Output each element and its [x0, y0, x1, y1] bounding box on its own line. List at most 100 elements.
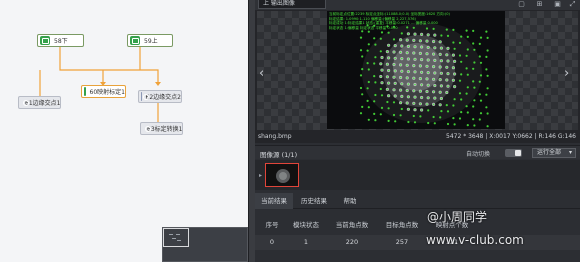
table-header: 序号 模块状态 当前角点数 目标角点数 映射点个数 [255, 218, 580, 233]
flow-node-61[interactable]: 61边缘交点1 [18, 96, 61, 109]
calibration-dot [473, 124, 476, 127]
calibration-dot [466, 48, 469, 51]
table-cell: 220 [345, 238, 359, 246]
calibration-dot [452, 104, 455, 107]
calibration-dot [366, 62, 369, 65]
calibration-dot [473, 48, 476, 51]
calibration-dot [392, 38, 396, 41]
calibration-dot [479, 36, 483, 39]
calibration-dot [394, 120, 397, 123]
calibration-dot [465, 67, 468, 70]
detected-point [407, 108, 410, 111]
fit-icon[interactable]: ▣ [553, 0, 562, 8]
calibration-dot [479, 74, 483, 77]
calibration-dot [387, 107, 390, 110]
frame-icon[interactable]: ▢ [517, 0, 526, 8]
table-row[interactable]: 0 1 220 257 121 [255, 235, 580, 250]
node-label: 58下 [54, 38, 68, 45]
detected-point [452, 66, 455, 69]
detected-point [381, 81, 383, 84]
result-tabs: 当前结果 历史结果 帮助 [255, 193, 580, 209]
fullscreen-icon[interactable]: ⤢ [568, 0, 577, 8]
calibration-dot [359, 74, 363, 77]
flow-node-60[interactable]: 60映射标定1 [81, 85, 126, 98]
calibration-dot [446, 110, 450, 113]
strip-arrow-icon[interactable]: ▸ [259, 172, 262, 179]
calibration-dot [379, 87, 382, 91]
calibration-dot [460, 60, 463, 63]
calibration-dot [361, 105, 364, 108]
auto-switch-toggle[interactable] [505, 149, 522, 157]
minimap-node [176, 234, 180, 235]
calibration-dot [486, 36, 489, 39]
calibration-dot [427, 109, 430, 112]
tab-help[interactable]: 帮助 [335, 193, 365, 209]
detected-point [427, 84, 429, 86]
minimap-viewport[interactable] [163, 228, 189, 247]
calibration-dot [485, 55, 488, 59]
right-panel: 上 输出图像 ▢ ⊞ ▣ ⤢ ‹ › 当前标定点位置:2239 标定点坐标:(1… [255, 0, 580, 262]
detected-point [452, 54, 455, 56]
image-source-select[interactable]: 上 输出图像 [258, 0, 326, 9]
flow-node-62[interactable]: 62边缘交点2 [138, 90, 182, 103]
calibration-dot [485, 68, 488, 71]
detected-point [406, 64, 408, 67]
detected-point [407, 96, 410, 98]
detected-point [414, 58, 416, 61]
detected-point [427, 97, 429, 99]
minimap[interactable] [162, 227, 248, 262]
flow-node-63[interactable]: 63标定转换1 [140, 122, 183, 135]
detected-point [413, 102, 415, 105]
detected-point [420, 46, 423, 48]
detected-point [393, 89, 395, 91]
tab-current-result[interactable]: 当前结果 [255, 193, 293, 209]
node-label: 62边缘交点2 [145, 94, 181, 101]
detected-point [386, 63, 389, 65]
calibration-dot [486, 49, 489, 52]
detected-point [413, 39, 415, 42]
watermark-site: www.v-club.com [426, 233, 524, 247]
detected-point [427, 46, 429, 49]
next-image-arrow-icon[interactable]: › [564, 66, 569, 81]
tab-history-result[interactable]: 历史结果 [295, 193, 333, 209]
calibration-dot [466, 73, 469, 76]
column-header: 序号 [265, 221, 279, 229]
column-header: 当前角点数 [335, 221, 369, 229]
calibration-dot [460, 98, 463, 101]
flow-node-58[interactable]: 58下 [37, 34, 84, 47]
chevron-down-icon: ▾ [568, 149, 572, 156]
detected-point [380, 75, 382, 78]
detected-point [453, 85, 456, 88]
detected-point [394, 44, 396, 47]
detected-point [420, 96, 423, 99]
calibration-dot [440, 34, 443, 37]
thumbnail-strip: ▸ [255, 160, 580, 190]
detected-point [419, 65, 422, 67]
calibration-dot [366, 49, 369, 52]
detected-point [381, 69, 383, 71]
run-all-dropdown[interactable]: 运行全部 ▾ [532, 148, 576, 158]
calibration-dot [367, 80, 370, 84]
prev-image-arrow-icon[interactable]: ‹ [259, 66, 264, 81]
flow-node-59[interactable]: 59上 [127, 34, 173, 47]
detected-point [401, 45, 403, 47]
calibration-dot [466, 35, 469, 38]
detected-point [432, 91, 435, 93]
calibration-dot [478, 80, 481, 83]
detected-point [420, 58, 423, 61]
image-thumbnail[interactable] [265, 163, 299, 187]
flow-canvas[interactable]: 58下 59上 60映射标定1 61边缘交点1 62边缘交点2 63标定转换1 [0, 0, 248, 262]
detected-point [406, 51, 408, 54]
calibration-dot [465, 54, 468, 57]
detected-point [394, 57, 396, 60]
calibration-dot [379, 37, 382, 40]
detected-point [446, 54, 448, 56]
calibration-dot [367, 30, 370, 33]
detected-point [439, 104, 441, 106]
calibration-dot [374, 119, 377, 122]
zoom-icon[interactable]: ⊞ [535, 0, 544, 8]
detected-point [419, 52, 422, 55]
panel-splitter[interactable] [248, 0, 255, 262]
image-toolbar: 上 输出图像 ▢ ⊞ ▣ ⤢ [255, 0, 580, 10]
detected-point [439, 91, 441, 93]
